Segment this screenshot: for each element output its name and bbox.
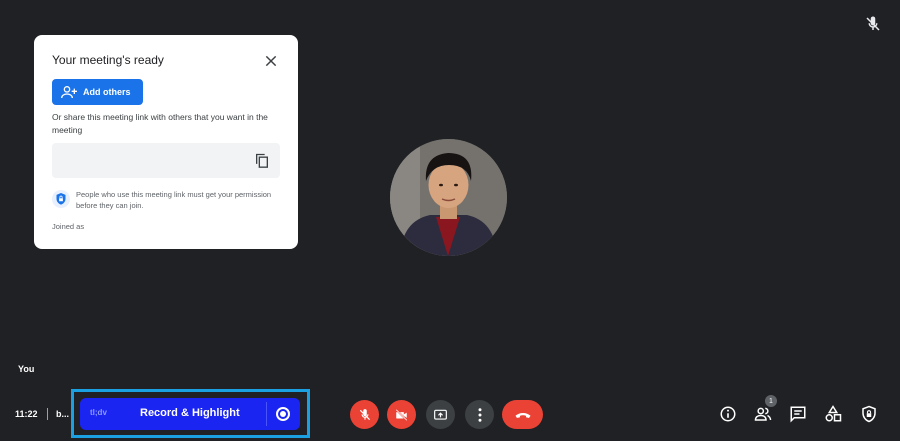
chat-icon[interactable]: [789, 405, 807, 423]
mic-off-icon: [866, 16, 880, 31]
participant-avatar: [390, 139, 507, 256]
info-icon[interactable]: [719, 405, 737, 423]
meeting-clock: 11:22: [15, 409, 38, 419]
tldv-record-bar[interactable]: tl;dv Record & Highlight: [80, 398, 300, 430]
people-icon[interactable]: [754, 405, 772, 423]
host-controls-icon[interactable]: [860, 405, 878, 423]
mic-off-icon: [359, 408, 370, 420]
meeting-code: b...: [56, 409, 69, 419]
tldv-logo: tl;dv: [90, 408, 107, 417]
microphone-toggle-button[interactable]: [350, 400, 379, 429]
record-highlight-button[interactable]: Record & Highlight: [140, 407, 240, 419]
add-others-label: Add others: [83, 87, 131, 97]
present-screen-button[interactable]: [426, 400, 455, 429]
camera-toggle-button[interactable]: [387, 400, 416, 429]
add-others-button[interactable]: Add others: [52, 79, 143, 105]
participant-count-badge: 1: [765, 395, 777, 407]
more-vert-icon: [478, 407, 481, 422]
copy-icon[interactable]: [254, 152, 270, 169]
record-icon[interactable]: [276, 407, 290, 421]
permission-text: People who use this meeting link must ge…: [76, 190, 272, 210]
joined-as-text: Joined as: [52, 222, 85, 231]
end-call-button[interactable]: [502, 400, 543, 429]
present-screen-icon: [434, 409, 447, 420]
divider: [266, 402, 267, 426]
share-text: Or share this meeting link with others t…: [52, 112, 268, 135]
meeting-ready-card: Your meeting's ready Add others Or share…: [34, 35, 298, 249]
activities-icon[interactable]: [824, 405, 842, 423]
card-title: Your meeting's ready: [52, 53, 164, 67]
divider: [47, 408, 48, 420]
more-options-button[interactable]: [465, 400, 494, 429]
camera-off-icon: [395, 408, 408, 421]
hang-up-icon: [515, 412, 530, 418]
add-person-icon: [61, 86, 77, 99]
meeting-link-field[interactable]: [52, 143, 280, 178]
close-icon[interactable]: [263, 53, 279, 69]
participant-name-label: You: [18, 364, 35, 374]
shield-lock-icon: [52, 190, 70, 208]
